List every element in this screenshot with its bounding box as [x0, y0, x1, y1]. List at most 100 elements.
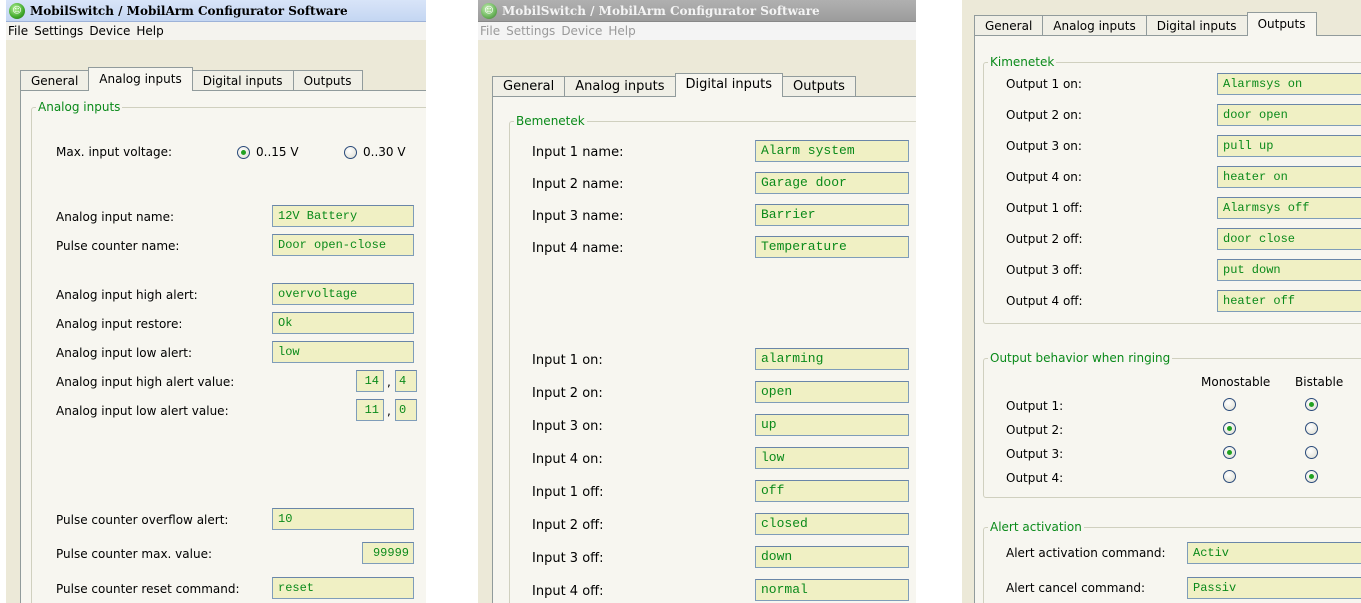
tab-strip: General Analog inputs Digital inputs Out…: [20, 67, 363, 91]
tab-general[interactable]: General: [20, 70, 90, 91]
tab-outputs[interactable]: Outputs: [292, 70, 363, 91]
decimal-separator: ,: [387, 404, 391, 418]
max-value-field[interactable]: 99999: [362, 542, 414, 564]
menu-settings[interactable]: Settings: [503, 22, 558, 40]
tab-digital-inputs[interactable]: Digital inputs: [674, 73, 784, 97]
input-state-field[interactable]: open: [755, 381, 909, 403]
output-field[interactable]: pull up: [1217, 135, 1361, 157]
tab-analog-inputs[interactable]: Analog inputs: [1042, 15, 1147, 36]
input-state-field[interactable]: alarming: [755, 348, 909, 370]
tab-outputs[interactable]: Outputs: [1246, 12, 1317, 36]
input-name-label: Input 2 name:: [532, 177, 624, 192]
bistable-radio[interactable]: [1305, 470, 1318, 483]
high-alert-field[interactable]: overvoltage: [272, 283, 414, 305]
input-name-field[interactable]: Alarm system: [755, 140, 909, 162]
window-analog: ☺ MobilSwitch / MobilArm Configurator So…: [6, 0, 426, 603]
input-state-field[interactable]: up: [755, 414, 909, 436]
output-label: Output 2 off:: [1006, 232, 1083, 246]
menu-settings[interactable]: Settings: [31, 22, 86, 40]
input-state-field[interactable]: off: [755, 480, 909, 502]
output-label: Output 3 off:: [1006, 263, 1083, 277]
tab-digital-inputs[interactable]: Digital inputs: [191, 70, 294, 91]
reset-field[interactable]: reset: [272, 577, 414, 599]
high-value-int-field[interactable]: 14: [356, 370, 384, 392]
group-legend: Alert activation: [988, 520, 1084, 534]
group-kimenetek: Kimenetek: [983, 55, 1361, 324]
high-alert-label: Analog input high alert:: [56, 288, 198, 302]
max-value-label: Pulse counter max. value:: [56, 547, 212, 561]
window-outputs: General Analog inputs Digital inputs Out…: [962, 0, 1361, 603]
input-name-label: Input 4 name:: [532, 241, 624, 256]
bistable-radio[interactable]: [1305, 398, 1318, 411]
tab-digital-inputs[interactable]: Digital inputs: [1145, 15, 1248, 36]
menu-help[interactable]: Help: [605, 22, 638, 40]
input-state-label: Input 2 off:: [532, 518, 604, 533]
input-state-field[interactable]: normal: [755, 579, 909, 601]
low-alert-label: Analog input low alert:: [56, 346, 193, 360]
tab-analog-inputs[interactable]: Analog inputs: [564, 76, 676, 97]
behavior-label: Output 1:: [1006, 399, 1064, 413]
input-name-field[interactable]: Barrier: [755, 204, 909, 226]
low-alert-field[interactable]: low: [272, 341, 414, 363]
output-label: Output 2 on:: [1006, 108, 1082, 122]
bistable-radio[interactable]: [1305, 422, 1318, 435]
group-legend: Kimenetek: [988, 55, 1057, 69]
restore-label: Analog input restore:: [56, 317, 183, 331]
tab-outputs[interactable]: Outputs: [782, 76, 856, 97]
input-state-field[interactable]: down: [755, 546, 909, 568]
monostable-radio[interactable]: [1223, 446, 1236, 459]
monostable-radio[interactable]: [1223, 470, 1236, 483]
tab-general[interactable]: General: [492, 76, 566, 97]
output-field[interactable]: heater off: [1217, 290, 1361, 312]
output-label: Output 4 off:: [1006, 294, 1083, 308]
voltage-30-radio[interactable]: [344, 146, 357, 159]
output-field[interactable]: door close: [1217, 228, 1361, 250]
menu-help[interactable]: Help: [133, 22, 166, 40]
low-value-int-field[interactable]: 11: [356, 399, 384, 421]
output-field[interactable]: Alarmsys off: [1217, 197, 1361, 219]
app-icon: ☺: [481, 3, 497, 19]
menu-device[interactable]: Device: [558, 22, 605, 40]
output-label: Output 4 on:: [1006, 170, 1082, 184]
menu-file[interactable]: File: [6, 22, 31, 40]
tab-general[interactable]: General: [974, 15, 1044, 36]
tab-panel-outputs: Kimenetek Output 1 on: Alarmsys on Outpu…: [974, 35, 1361, 603]
input-name-label: Input 1 name:: [532, 145, 624, 160]
input-name-field[interactable]: Garage door: [755, 172, 909, 194]
low-value-dec-field[interactable]: 0: [395, 399, 417, 421]
menu-device[interactable]: Device: [86, 22, 133, 40]
activation-field[interactable]: Activ: [1187, 542, 1361, 564]
input-state-label: Input 1 off:: [532, 485, 604, 500]
output-field[interactable]: heater on: [1217, 166, 1361, 188]
output-field[interactable]: Alarmsys on: [1217, 73, 1361, 95]
high-value-dec-field[interactable]: 4: [395, 370, 417, 392]
app-icon: ☺: [9, 3, 25, 19]
tab-panel-analog: Analog inputs Max. input voltage: 0..15 …: [20, 90, 426, 603]
output-field[interactable]: door open: [1217, 104, 1361, 126]
title-bar: ☺ MobilSwitch / MobilArm Configurator So…: [478, 0, 916, 22]
input-name-field[interactable]: Temperature: [755, 236, 909, 258]
pulse-name-label: Pulse counter name:: [56, 239, 180, 253]
tab-analog-inputs[interactable]: Analog inputs: [88, 67, 193, 91]
pulse-name-field[interactable]: Door open-close: [272, 234, 414, 256]
tab-strip: General Analog inputs Digital inputs Out…: [974, 12, 1317, 36]
overflow-field[interactable]: 10: [272, 508, 414, 530]
input-name-label: Input 3 name:: [532, 209, 624, 224]
input-state-field[interactable]: closed: [755, 513, 909, 535]
output-field[interactable]: put down: [1217, 259, 1361, 281]
analog-name-field[interactable]: 12V Battery: [272, 205, 414, 227]
input-state-label: Input 3 off:: [532, 551, 604, 566]
input-state-field[interactable]: low: [755, 447, 909, 469]
behavior-label: Output 2:: [1006, 423, 1064, 437]
monostable-radio[interactable]: [1223, 422, 1236, 435]
monostable-radio[interactable]: [1223, 398, 1236, 411]
menu-file[interactable]: File: [478, 22, 503, 40]
overflow-label: Pulse counter overflow alert:: [56, 513, 229, 527]
voltage-15-radio[interactable]: [237, 146, 250, 159]
cancel-label: Alert cancel command:: [1006, 581, 1146, 595]
behavior-label: Output 4:: [1006, 471, 1064, 485]
decimal-separator: ,: [387, 375, 391, 389]
bistable-radio[interactable]: [1305, 446, 1318, 459]
restore-field[interactable]: Ok: [272, 312, 414, 334]
cancel-field[interactable]: Passiv: [1187, 577, 1361, 599]
